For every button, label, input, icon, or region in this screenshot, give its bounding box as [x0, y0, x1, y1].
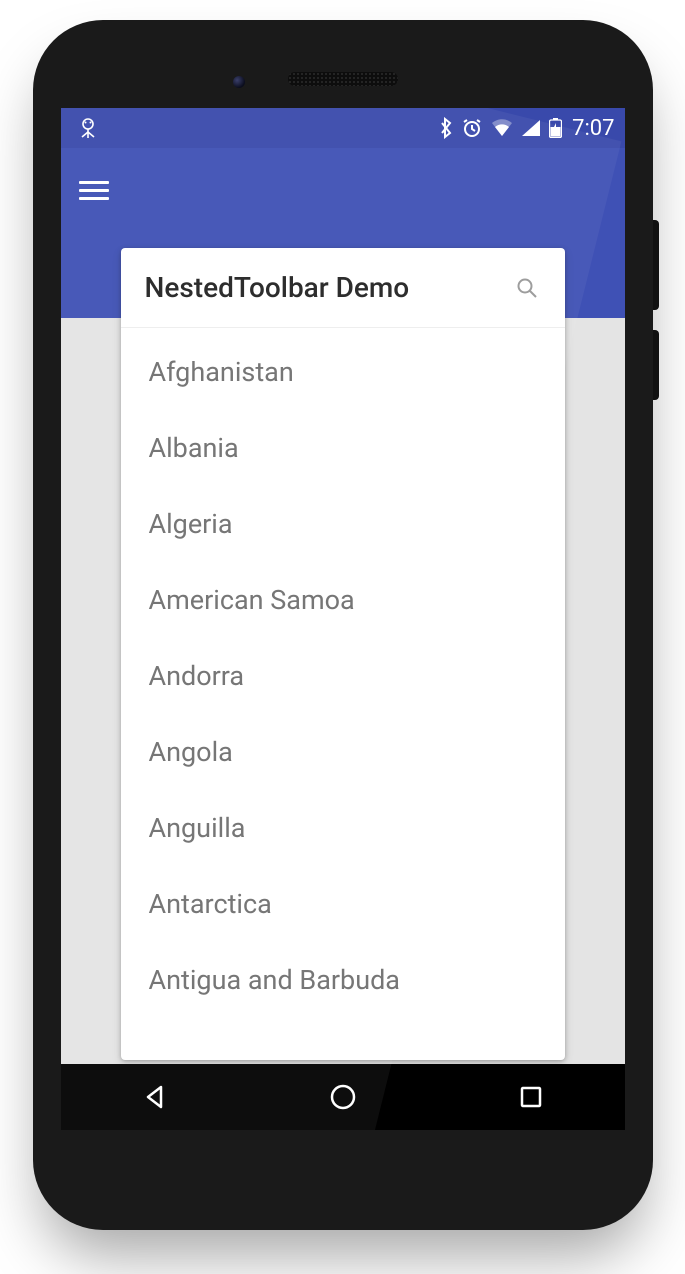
volume-button — [653, 330, 659, 400]
front-sensor — [233, 76, 245, 88]
status-time: 7:07 — [572, 116, 614, 141]
alarm-icon — [461, 117, 483, 139]
navigation-bar — [61, 1064, 625, 1130]
recents-button[interactable] — [516, 1082, 546, 1112]
list-item[interactable]: Antigua and Barbuda — [121, 942, 565, 1018]
back-button[interactable] — [140, 1082, 170, 1112]
device-frame: 7:07 NestedToolbar Demo Afghanistan Alba… — [33, 20, 653, 1230]
battery-charging-icon — [549, 118, 562, 138]
list-item[interactable]: Angola — [121, 714, 565, 790]
content-card: NestedToolbar Demo Afghanistan Albania A… — [121, 248, 565, 1060]
status-bar: 7:07 — [61, 108, 625, 148]
nested-toolbar: NestedToolbar Demo — [121, 248, 565, 328]
toolbar-title: NestedToolbar Demo — [145, 271, 513, 304]
list-item[interactable]: Andorra — [121, 638, 565, 714]
bluetooth-icon — [439, 117, 453, 139]
list-item[interactable]: Anguilla — [121, 790, 565, 866]
speaker-grille — [288, 72, 398, 86]
list-item[interactable]: Afghanistan — [121, 334, 565, 410]
signal-icon — [521, 119, 541, 137]
country-list[interactable]: Afghanistan Albania Algeria American Sam… — [121, 328, 565, 1024]
list-item[interactable]: Algeria — [121, 486, 565, 562]
debug-icon — [79, 117, 97, 139]
wifi-icon — [491, 119, 513, 137]
screen: 7:07 NestedToolbar Demo Afghanistan Alba… — [61, 108, 625, 1130]
home-button[interactable] — [328, 1082, 358, 1112]
search-icon[interactable] — [513, 274, 541, 302]
menu-icon[interactable] — [79, 176, 109, 200]
list-item[interactable]: Antarctica — [121, 866, 565, 942]
app-bar — [61, 148, 625, 228]
list-item[interactable]: Albania — [121, 410, 565, 486]
power-button — [653, 220, 659, 310]
list-item[interactable]: American Samoa — [121, 562, 565, 638]
